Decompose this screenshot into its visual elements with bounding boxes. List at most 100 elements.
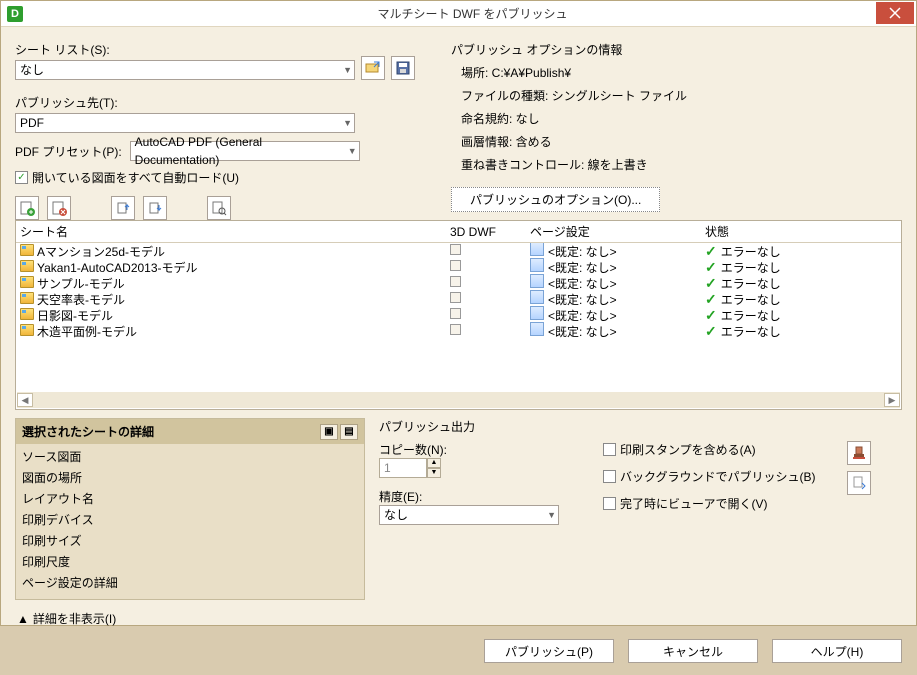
- viewer-label: 完了時にビューアで開く(V): [620, 495, 768, 512]
- col-page-setup[interactable]: ページ設定: [530, 223, 705, 240]
- status-value: エラーなし: [721, 261, 781, 275]
- table-row[interactable]: 天空率表-モデル<既定: なし>✓エラーなし: [16, 291, 901, 307]
- col-sheet-name[interactable]: シート名: [20, 223, 450, 240]
- preview-button[interactable]: [207, 196, 231, 220]
- hide-detail-toggle[interactable]: ▲ 詳細を非表示(I): [17, 610, 116, 627]
- detail-view1-button[interactable]: ▣: [320, 424, 338, 440]
- sheet-toolbar: [15, 196, 435, 220]
- viewer-checkbox-row[interactable]: 完了時にビューアで開く(V): [603, 495, 823, 512]
- stamp-checkbox[interactable]: [603, 443, 616, 456]
- copies-up-button[interactable]: ▲: [427, 458, 441, 468]
- output-settings-button[interactable]: [847, 471, 871, 495]
- horizontal-scrollbar[interactable]: ◀ ▶: [17, 392, 900, 408]
- check-icon: ✓: [705, 291, 717, 307]
- background-checkbox-row[interactable]: バックグラウンドでパブリッシュ(B): [603, 468, 823, 485]
- copies-down-button[interactable]: ▼: [427, 468, 441, 478]
- info-merge: 重ね書きコントロール: 線を上書き: [451, 156, 902, 173]
- chevron-down-icon: ▼: [348, 142, 357, 160]
- 3d-dwf-checkbox[interactable]: [450, 260, 461, 271]
- sheet-icon: [20, 276, 34, 288]
- stamp-settings-button[interactable]: [847, 441, 871, 465]
- sheet-body[interactable]: Aマンション25d-モデル<既定: なし>✓エラーなしYakan1-AutoCA…: [16, 243, 901, 391]
- publish-options-button[interactable]: パブリッシュのオプション(O)...: [451, 187, 660, 212]
- autoload-checkbox-row[interactable]: ✓ 開いている図面をすべて自動ロード(U): [15, 169, 435, 186]
- publish-button[interactable]: パブリッシュ(P): [484, 639, 614, 663]
- precision-dropdown[interactable]: なし ▼: [379, 505, 559, 525]
- info-naming: 命名規約: なし: [451, 110, 902, 127]
- pdfpreset-label: PDF プリセット(P):: [15, 143, 122, 160]
- status-value: エラーなし: [721, 277, 781, 291]
- page-setup-icon: [530, 290, 544, 304]
- save-sheetlist-button[interactable]: [391, 56, 415, 80]
- scroll-right-icon[interactable]: ▶: [884, 393, 900, 407]
- table-row[interactable]: サンプル-モデル<既定: なし>✓エラーなし: [16, 275, 901, 291]
- move-up-button[interactable]: [111, 196, 135, 220]
- table-row[interactable]: 木造平面例-モデル<既定: なし>✓エラーなし: [16, 323, 901, 339]
- table-row[interactable]: Yakan1-AutoCAD2013-モデル<既定: なし>✓エラーなし: [16, 259, 901, 275]
- 3d-dwf-checkbox[interactable]: [450, 276, 461, 287]
- help-button[interactable]: ヘルプ(H): [772, 639, 902, 663]
- sheetlist-label: シート リスト(S):: [15, 41, 355, 58]
- pdfpreset-dropdown[interactable]: AutoCAD PDF (General Documentation) ▼: [130, 141, 360, 161]
- page-setup-icon: [530, 322, 544, 336]
- publish-output: パブリッシュ出力 コピー数(N): ▲ ▼ 精度(E): なし: [379, 418, 902, 600]
- open-sheetlist-button[interactable]: [361, 56, 385, 80]
- sheet-name: 木造平面例-モデル: [37, 325, 137, 339]
- remove-sheet-button[interactable]: [47, 196, 71, 220]
- triangle-up-icon: ▲: [17, 612, 29, 626]
- col-3d-dwf[interactable]: 3D DWF: [450, 225, 530, 239]
- page-setup-icon: [530, 243, 544, 256]
- copies-input[interactable]: [379, 458, 427, 478]
- move-up-icon: [115, 200, 131, 216]
- table-row[interactable]: Aマンション25d-モデル<既定: なし>✓エラーなし: [16, 243, 901, 259]
- viewer-checkbox[interactable]: [603, 497, 616, 510]
- check-icon: ✓: [705, 307, 717, 323]
- publishto-dropdown[interactable]: PDF ▼: [15, 113, 355, 133]
- detail-row: ソース図面: [22, 446, 358, 467]
- status-value: エラーなし: [721, 309, 781, 323]
- sheet-icon: [20, 324, 34, 336]
- stamp-checkbox-row[interactable]: 印刷スタンプを含める(A): [603, 441, 823, 458]
- sheetlist-value: なし: [20, 61, 44, 79]
- sheetlist-dropdown[interactable]: なし ▼: [15, 60, 355, 80]
- page-setup-value: <既定: なし>: [548, 309, 617, 323]
- sheet-icon: [20, 244, 34, 256]
- move-down-button[interactable]: [143, 196, 167, 220]
- copies-spinner[interactable]: ▲ ▼: [379, 458, 579, 478]
- page-setup-value: <既定: なし>: [548, 261, 617, 275]
- save-icon: [395, 60, 411, 76]
- 3d-dwf-checkbox[interactable]: [450, 324, 461, 335]
- 3d-dwf-checkbox[interactable]: [450, 244, 461, 255]
- sheet-name: サンプル-モデル: [37, 277, 125, 291]
- titlebar: D マルチシート DWF をパブリッシュ: [1, 1, 916, 27]
- add-sheet-icon: [19, 200, 35, 216]
- 3d-dwf-checkbox[interactable]: [450, 292, 461, 303]
- stamp-label: 印刷スタンプを含める(A): [620, 441, 756, 458]
- cancel-button[interactable]: キャンセル: [628, 639, 758, 663]
- sheet-icon: [20, 260, 34, 272]
- window-title: マルチシート DWF をパブリッシュ: [29, 5, 916, 22]
- publish-dialog: D マルチシート DWF をパブリッシュ シート リスト(S): なし ▼: [0, 0, 917, 626]
- detail-row: 図面の場所: [22, 467, 358, 488]
- check-icon: ✓: [705, 243, 717, 259]
- table-row[interactable]: 日影図-モデル<既定: なし>✓エラーなし: [16, 307, 901, 323]
- detail-heading: 選択されたシートの詳細: [22, 423, 154, 440]
- info-layer: 画層情報: 含める: [451, 133, 902, 150]
- autoload-checkbox[interactable]: ✓: [15, 171, 28, 184]
- page-setup-icon: [530, 306, 544, 320]
- remove-sheet-icon: [51, 200, 67, 216]
- publishto-value: PDF: [20, 114, 44, 132]
- app-icon: D: [7, 6, 23, 22]
- 3d-dwf-checkbox[interactable]: [450, 308, 461, 319]
- sheet-icon: [20, 292, 34, 304]
- copies-label: コピー数(N):: [379, 441, 579, 458]
- close-icon: [887, 5, 903, 21]
- add-sheet-button[interactable]: [15, 196, 39, 220]
- sheet-name: 天空率表-モデル: [37, 293, 125, 307]
- scroll-left-icon[interactable]: ◀: [17, 393, 33, 407]
- detail-view2-button[interactable]: ▤: [340, 424, 358, 440]
- col-status[interactable]: 状態: [705, 223, 901, 240]
- close-button[interactable]: [876, 2, 914, 24]
- background-checkbox[interactable]: [603, 470, 616, 483]
- check-icon: ✓: [705, 275, 717, 291]
